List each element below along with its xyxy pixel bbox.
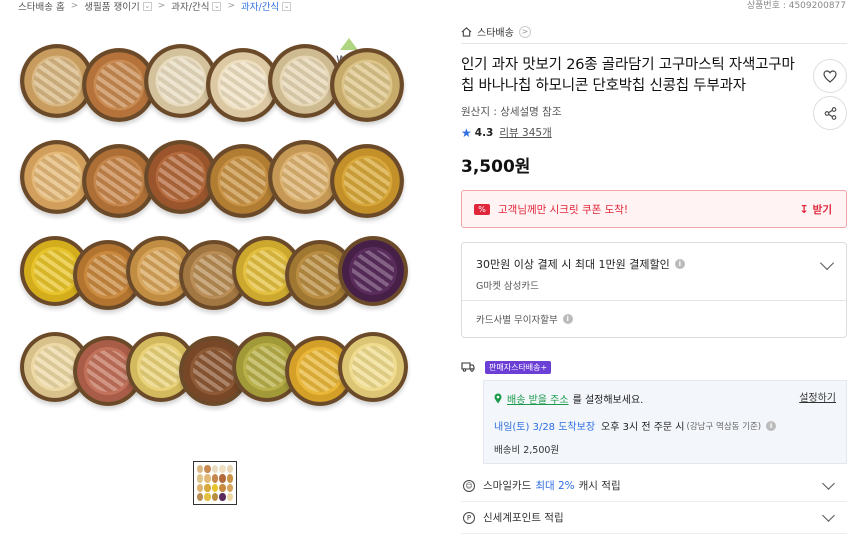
breadcrumb-separator-icon: > <box>70 1 79 11</box>
product-origin: 원산지 : 상세설명 참조 <box>461 106 562 118</box>
thumbnail-bowl <box>204 492 211 501</box>
breadcrumb-separator-icon: > <box>227 1 236 11</box>
snack-bowl <box>338 236 408 306</box>
thumbnail-bowl <box>197 465 204 474</box>
shipping-info-box: 배송 받을 주소 를 설정해보세요. 설정하기 내일(토) 3/28 도착보장 … <box>483 380 847 464</box>
info-icon[interactable]: i <box>562 314 573 324</box>
product-price: 3,500원 <box>461 157 531 177</box>
smilecard-cash: 캐시 적립 <box>578 480 621 492</box>
shinsegae-label: 신세계포인트 적립 <box>483 512 564 524</box>
rating-score: 4.3 <box>474 126 494 139</box>
snack-bowl <box>330 48 404 122</box>
chevron-down-icon[interactable] <box>822 509 835 522</box>
smilecard-cash-row[interactable]: ☺ 스마일카드 최대 2% 캐시 적립 <box>461 470 847 502</box>
card-discount-sub: G마켓 삼성카드 <box>476 281 539 292</box>
product-number: 상품번호 : 4509200877 <box>746 1 846 11</box>
star-delivery-badge: 판매자스타배송+ <box>485 360 552 374</box>
set-address-button[interactable]: 설정하기 <box>799 389 836 404</box>
product-title: 인기 과자 맛보기 26종 골라담기 고구마스틱 자색고구마칩 바나나칩 하모니… <box>461 57 795 94</box>
thumbnail-bowl <box>211 492 219 501</box>
thumbnail-bowl <box>226 483 233 492</box>
share-button[interactable] <box>813 96 847 130</box>
smilecard-rate: 최대 2% <box>535 480 575 492</box>
info-icon[interactable]: i <box>674 259 685 269</box>
card-benefit-box: 30만원 이상 결제 시 최대 1만원 결제할인 i G마켓 삼성카드 카드사별… <box>461 242 847 338</box>
breadcrumb-home[interactable]: 스타배송 홈 <box>18 0 65 13</box>
star-icon: ★ <box>461 125 472 140</box>
coupon-get-label: 받기 <box>812 203 832 216</box>
card-discount-title: 30만원 이상 결제 시 최대 1만원 결제할인 <box>476 258 670 271</box>
info-icon[interactable]: i <box>766 420 777 431</box>
coupon-text: 고객님께만 시크릿 쿠폰 도착! <box>498 203 629 216</box>
coupon-icon: % <box>474 203 490 215</box>
thumbnail-bowl <box>226 474 233 483</box>
shipping-fee: 배송비 2,500원 <box>494 445 560 456</box>
home-icon <box>461 26 472 37</box>
thumbnail-bowl <box>204 483 211 492</box>
breadcrumb: 스타배송 홈 > 생필품 쟁이기 ⌄ > 과자/간식 ⌄ > 과자/간식 ⌄ <box>18 0 292 13</box>
store-label: 스타배송 <box>477 28 514 39</box>
snack-bowl <box>330 144 404 218</box>
wishlist-button[interactable] <box>813 59 847 93</box>
card-discount-row[interactable]: 30만원 이상 결제 시 최대 1만원 결제할인 i G마켓 삼성카드 <box>462 243 846 301</box>
breadcrumb-current[interactable]: 과자/간식 <box>241 0 279 13</box>
thumbnail-bowl <box>211 474 219 483</box>
review-count-link[interactable]: 리뷰 345개 <box>499 125 551 140</box>
thumbnail-bowl <box>219 474 226 483</box>
shinsegae-point-row[interactable]: P 신세계포인트 적립 <box>461 502 847 534</box>
share-icon <box>824 106 836 120</box>
point-icon: P <box>463 511 475 524</box>
chevron-right-icon: > <box>518 25 531 38</box>
chevron-down-icon[interactable] <box>822 477 835 490</box>
smile-icon: ☺ <box>463 479 475 492</box>
thumbnail-bowl <box>204 465 211 474</box>
address-prompt: 를 설정해보세요. <box>572 394 644 406</box>
smilecard-label: 스마일카드 <box>483 480 532 492</box>
product-main-image[interactable]: wooriga <box>18 38 418 428</box>
thumbnail-bowl <box>211 465 219 474</box>
coupon-get-button[interactable]: ↧ 받기 <box>799 202 832 217</box>
thumbnail-bowl <box>219 483 226 492</box>
installment-row[interactable]: 카드사별 무이자할부 i <box>462 301 846 337</box>
store-bar[interactable]: 스타배송 > <box>461 20 847 44</box>
thumbnail-bowl <box>204 474 211 483</box>
thumbnail-bowl <box>226 492 233 501</box>
rating-summary: ★ 4.3 리뷰 345개 <box>461 125 847 140</box>
delivery-region: (강남구 역삼동 기준) <box>686 421 762 432</box>
delivery-date: 내일(토) 3/28 도착보장 <box>494 422 596 433</box>
watermark-logo-icon <box>340 38 358 50</box>
order-cutoff: 오후 3시 전 주문 시 <box>601 422 685 433</box>
installment-label: 카드사별 무이자할부 <box>476 315 558 326</box>
thumbnail-bowl <box>219 465 226 474</box>
truck-icon <box>461 362 475 372</box>
breadcrumb-category-1[interactable]: 생필품 쟁이기 <box>84 0 139 13</box>
snack-bowl <box>338 332 408 402</box>
heart-icon <box>823 69 837 83</box>
thumbnail-bowl <box>211 483 219 492</box>
shipping-section: 판매자스타배송+ 배송 받을 주소 를 설정해보세요. 설정하기 내일(토) 3… <box>461 360 847 464</box>
location-pin-icon <box>494 393 502 403</box>
thumbnail-bowl <box>226 465 233 474</box>
chevron-down-icon[interactable]: ⌄ <box>142 1 152 11</box>
thumbnail-bowl <box>197 474 204 483</box>
product-info-panel: 스타배송 > 인기 과자 맛보기 26종 골라담기 고구마스틱 자색고구마칩 바… <box>461 20 847 534</box>
thumbnail-bowl <box>197 492 204 501</box>
thumbnail-bowl <box>197 483 204 492</box>
breadcrumb-category-2[interactable]: 과자/간식 <box>171 0 209 13</box>
thumbnail-bowl <box>219 492 226 501</box>
chevron-down-icon[interactable]: ⌄ <box>212 1 222 11</box>
product-thumbnail[interactable] <box>193 461 237 505</box>
address-link[interactable]: 배송 받을 주소 <box>507 391 569 406</box>
breadcrumb-separator-icon: > <box>157 1 166 11</box>
chevron-down-icon[interactable]: ⌄ <box>282 1 292 11</box>
secret-coupon-banner[interactable]: % 고객님께만 시크릿 쿠폰 도착! ↧ 받기 <box>461 190 847 228</box>
download-icon: ↧ <box>799 202 809 216</box>
